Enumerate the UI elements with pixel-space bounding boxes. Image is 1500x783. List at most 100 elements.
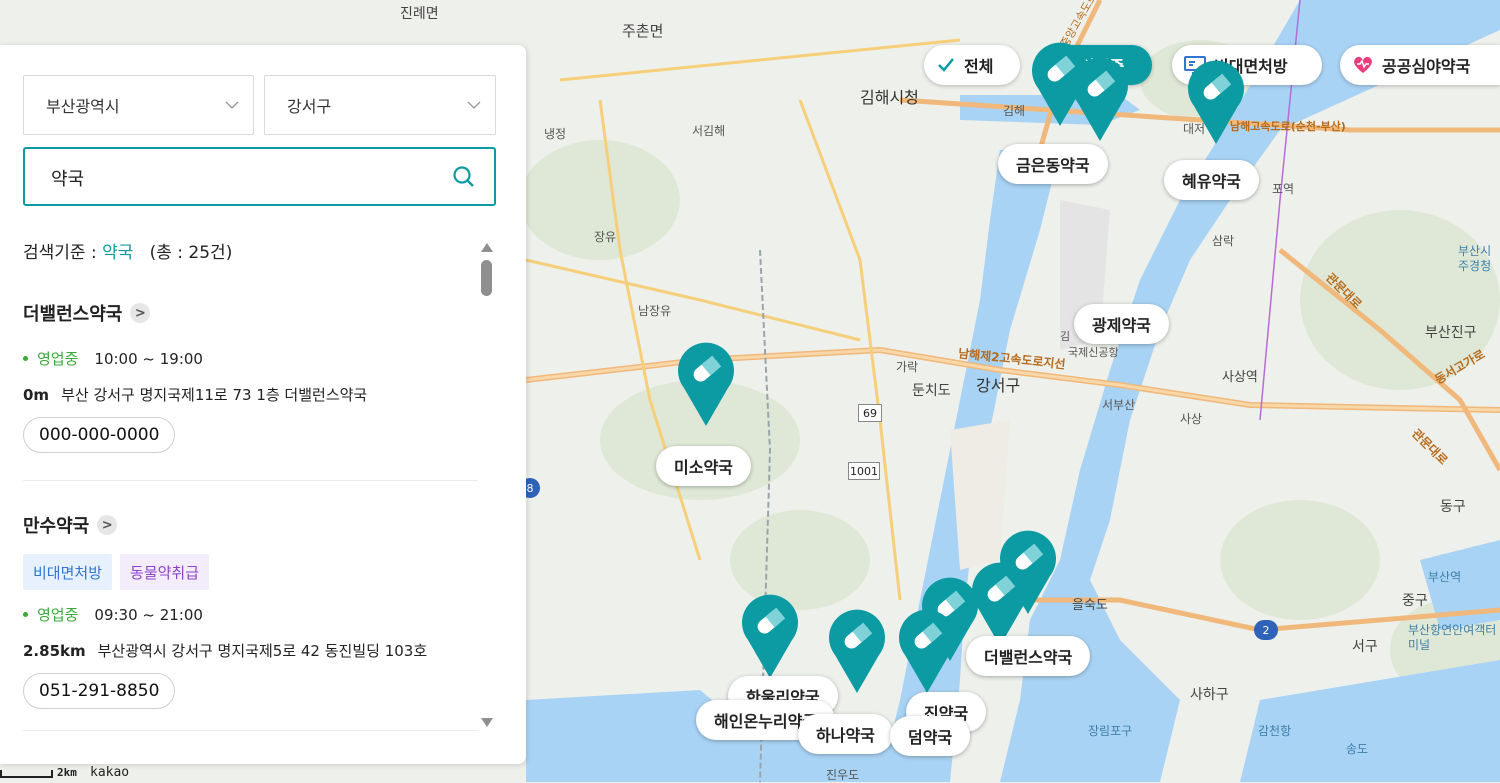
- place-label: 동구: [1440, 499, 1466, 515]
- result-status: 영업중 10:00 ~ 19:00: [23, 348, 478, 369]
- kakao-logo: kakao: [90, 765, 130, 780]
- chevron-down-icon: [225, 101, 239, 109]
- chevron-down-icon: [467, 101, 481, 109]
- place-label: 김: [1060, 330, 1071, 343]
- search-panel: 부산광역시 강서구 검색기준 : 약국 (총 : 25건) 더밸런스약국 > 영…: [0, 45, 526, 764]
- place-label: 서부산: [1102, 398, 1136, 412]
- scrollbar-thumb[interactable]: [481, 260, 492, 296]
- place-label: 김해: [1003, 104, 1026, 118]
- business-hours: 10:00 ~ 19:00: [94, 349, 203, 368]
- result-divider: [23, 480, 478, 481]
- map-scale: 2km kakao: [0, 764, 150, 782]
- tag-telemedicine: 비대면처방: [23, 554, 113, 590]
- search-box: [23, 147, 496, 206]
- route-shield: 1001: [848, 462, 880, 480]
- place-label: 김해시청: [860, 88, 919, 107]
- route-shield: 69: [858, 404, 882, 422]
- scroll-up-icon[interactable]: [480, 241, 494, 253]
- phone-button[interactable]: 051-291-8850: [23, 673, 176, 709]
- pharmacy-label[interactable]: 광제약국: [1074, 304, 1169, 344]
- district-select[interactable]: 강서구: [264, 75, 496, 135]
- place-label: 송도: [1346, 742, 1369, 756]
- filter-label: 전체: [964, 57, 994, 76]
- result-address: 2.85km 부산광역시 강서구 명지국제5로 42 동진빌딩 103호: [23, 640, 478, 661]
- place-label: 진우도: [826, 768, 860, 782]
- place-label: 중구: [1402, 593, 1428, 609]
- place-label: 장림포구: [1088, 724, 1133, 738]
- address-text: 부산광역시 강서구 명지국제5로 42 동진빌딩 103호: [97, 642, 428, 660]
- heart-pulse-icon: [1352, 55, 1374, 75]
- pharmacy-label[interactable]: 하나약국: [798, 714, 893, 754]
- place-label: 사상역: [1222, 370, 1258, 385]
- search-criteria: 검색기준 : 약국 (총 : 25건): [23, 238, 232, 263]
- place-label: 국제신공항: [1068, 346, 1119, 359]
- search-icon[interactable]: [452, 165, 476, 189]
- open-status: 영업중: [37, 606, 79, 624]
- place-label: 포역: [1272, 182, 1295, 196]
- business-hours: 09:30 ~ 21:00: [94, 605, 203, 624]
- pharmacy-pin-icon[interactable]: [1186, 58, 1246, 146]
- distance: 0m: [23, 386, 50, 404]
- criteria-label: 검색기준 :: [23, 243, 97, 263]
- filter-label: 공공심야약국: [1382, 57, 1471, 76]
- place-label: 서김해: [692, 124, 726, 138]
- pharmacy-pin-icon[interactable]: [827, 607, 887, 695]
- pharmacy-pin-icon[interactable]: [676, 340, 736, 428]
- phone-button[interactable]: 000-000-0000: [23, 417, 176, 453]
- scale-label: 2km: [57, 766, 77, 779]
- distance: 2.85km: [23, 642, 86, 660]
- check-icon: [936, 55, 956, 75]
- place-label: 진례면: [400, 6, 439, 22]
- place-label: 주촌면: [622, 22, 664, 40]
- place-label: 부산시주경청: [1458, 244, 1492, 273]
- status-dot: [23, 356, 28, 361]
- pharmacy-label[interactable]: 금은동약국: [998, 144, 1108, 184]
- result-status: 영업중 09:30 ~ 21:00: [23, 604, 478, 625]
- pharmacy-pin-icon[interactable]: [1070, 55, 1130, 143]
- filter-all-chip[interactable]: 전체: [924, 45, 1020, 85]
- result-item[interactable]: 만수약국 > 비대면처방 동물약취급 영업중 09:30 ~ 21:00 2.8…: [23, 512, 478, 709]
- place-label: 을숙도: [1072, 598, 1108, 613]
- scale-bar-icon: [0, 770, 53, 778]
- status-dot: [23, 612, 28, 617]
- result-name[interactable]: 더밸런스약국 >: [23, 300, 478, 326]
- search-input[interactable]: [49, 163, 433, 193]
- result-name[interactable]: 만수약국 >: [23, 512, 478, 538]
- place-label: 둔치도: [912, 383, 951, 399]
- pharmacy-label[interactable]: 더밸런스약국: [966, 636, 1091, 676]
- district-select-value: 강서구: [287, 97, 332, 116]
- place-label: 감천항: [1258, 724, 1292, 738]
- place-label: 서구: [1352, 639, 1378, 655]
- place-label: 부산진구: [1425, 325, 1477, 341]
- chevron-right-icon[interactable]: >: [97, 515, 118, 535]
- scroll-down-icon[interactable]: [480, 717, 494, 729]
- place-label: 강서구: [976, 376, 1021, 395]
- place-label: 냉정: [544, 127, 567, 141]
- pharmacy-pin-icon[interactable]: [897, 607, 957, 695]
- tag-animal-medicine: 동물약취급: [120, 554, 210, 590]
- result-address: 0m 부산 강서구 명지국제11로 73 1층 더밸런스약국: [23, 384, 478, 405]
- pharmacy-label[interactable]: 혜유약국: [1164, 160, 1259, 200]
- road-label: 남해고속도로(순천-부산): [1230, 120, 1346, 133]
- criteria-total: (총 : 25건): [149, 243, 233, 263]
- result-divider: [23, 730, 478, 731]
- filter-night-pharmacy-chip[interactable]: 공공심야약국: [1340, 45, 1500, 85]
- pharmacy-label[interactable]: 덤약국: [890, 716, 971, 756]
- place-label: 삼락: [1212, 234, 1235, 248]
- open-status: 영업중: [37, 350, 79, 368]
- pharmacy-label[interactable]: 미소약국: [656, 446, 751, 486]
- result-tags: 비대면처방 동물약취급: [23, 554, 478, 590]
- result-item[interactable]: 더밸런스약국 > 영업중 10:00 ~ 19:00 0m 부산 강서구 명지국제…: [23, 300, 478, 453]
- city-select[interactable]: 부산광역시: [23, 75, 254, 135]
- result-title: 더밸런스약국: [23, 304, 123, 325]
- pharmacy-pin-icon[interactable]: [740, 592, 800, 680]
- place-label: 남장유: [638, 304, 672, 318]
- place-label: 사하구: [1190, 687, 1229, 703]
- address-text: 부산 강서구 명지국제11로 73 1층 더밸런스약국: [61, 386, 368, 404]
- place-label: 부산항연안여객터미널: [1408, 623, 1497, 652]
- route-shield: 2: [1254, 620, 1278, 640]
- place-label: 사상: [1180, 412, 1203, 426]
- result-title: 만수약국: [23, 516, 90, 537]
- place-label: 가락: [896, 360, 919, 374]
- chevron-right-icon[interactable]: >: [130, 303, 151, 323]
